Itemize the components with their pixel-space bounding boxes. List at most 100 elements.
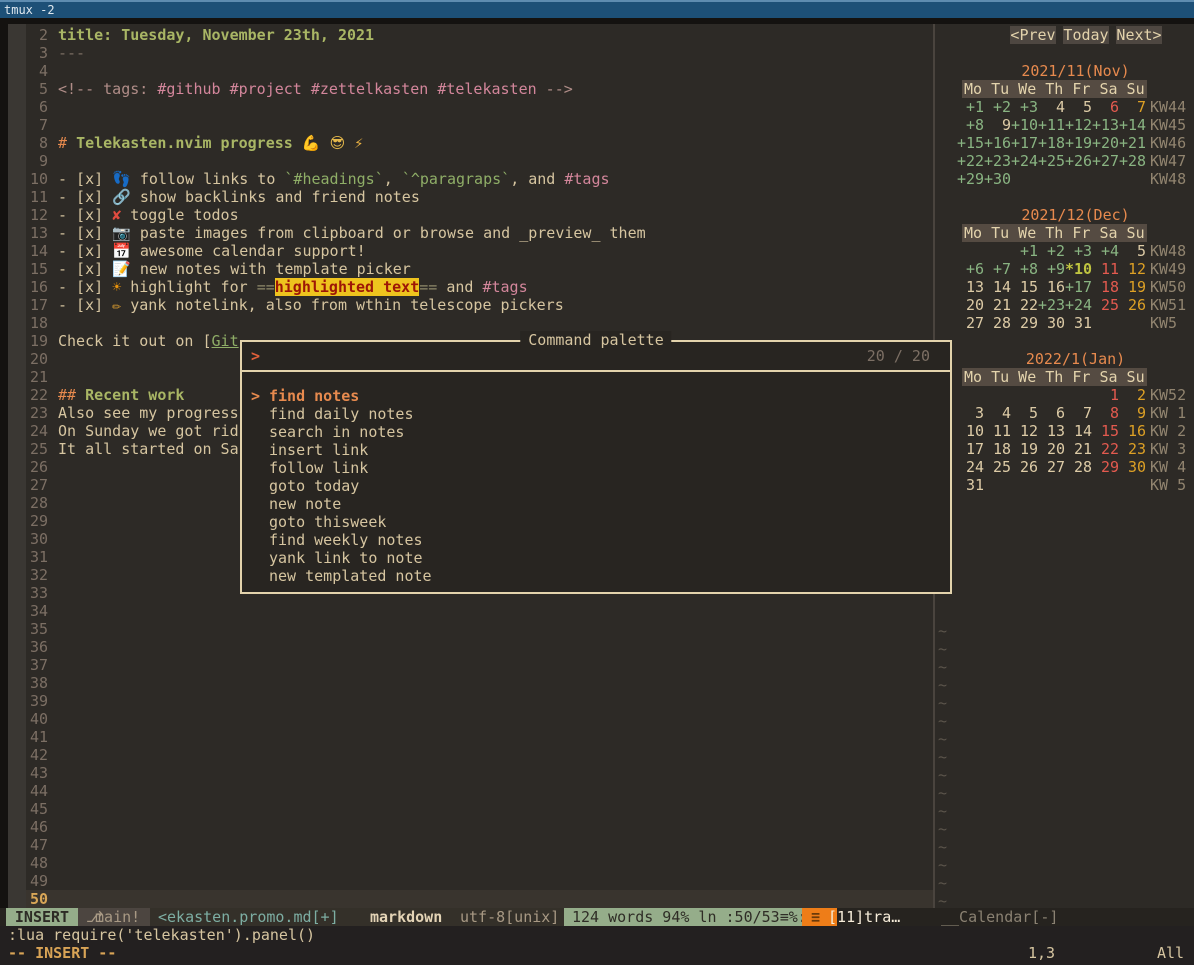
calendar-day[interactable]: 15 xyxy=(1011,278,1038,296)
editor-line[interactable]: 17- [x] ✏ yank notelink, also from wthin… xyxy=(0,296,933,314)
editor-line[interactable]: 2title: Tuesday, November 23th, 2021 xyxy=(0,26,933,44)
calendar-day[interactable]: +3 xyxy=(1011,98,1038,116)
calendar-day[interactable]: 8 xyxy=(1092,404,1119,422)
palette-item[interactable]: new templated note xyxy=(242,567,950,585)
calendar-day[interactable]: 29 xyxy=(1092,458,1119,476)
calendar-day[interactable]: +1 xyxy=(1011,242,1038,260)
calendar-day[interactable]: +24 xyxy=(1011,152,1038,170)
calendar-day[interactable]: 22 xyxy=(1092,440,1119,458)
calendar-day[interactable]: 2 xyxy=(1119,386,1146,404)
calendar-day[interactable]: 13 xyxy=(957,278,984,296)
calendar-day[interactable]: 18 xyxy=(1092,278,1119,296)
calendar-day[interactable]: +2 xyxy=(1038,242,1065,260)
calendar-day[interactable]: +13 xyxy=(1092,116,1119,134)
editor-line[interactable]: 11- [x] 🔗 show backlinks and friend note… xyxy=(0,188,933,206)
calendar-day[interactable]: +21 xyxy=(1119,134,1146,152)
editor-line[interactable]: 9 xyxy=(0,152,933,170)
editor-line[interactable]: 4 xyxy=(0,62,933,80)
palette-item[interactable]: find daily notes xyxy=(242,405,950,423)
palette-item[interactable]: find weekly notes xyxy=(242,531,950,549)
editor-line[interactable]: 48 xyxy=(0,854,933,872)
calendar-day[interactable]: 5 xyxy=(1011,404,1038,422)
calendar-day[interactable]: +25 xyxy=(1038,152,1065,170)
palette-item[interactable]: insert link xyxy=(242,441,950,459)
calendar-day[interactable]: +14 xyxy=(1119,116,1146,134)
calendar-day[interactable]: 21 xyxy=(1065,440,1092,458)
calendar-day[interactable]: +3 xyxy=(1065,242,1092,260)
calendar-day[interactable]: 5 xyxy=(1119,242,1146,260)
editor-line[interactable]: 47 xyxy=(0,836,933,854)
calendar-day[interactable]: 26 xyxy=(1011,458,1038,476)
palette-item[interactable]: new note xyxy=(242,495,950,513)
calendar-day[interactable]: 12 xyxy=(1119,260,1146,278)
editor-line[interactable]: 15- [x] 📝 new notes with template picker xyxy=(0,260,933,278)
calendar-day[interactable]: 11 xyxy=(1092,260,1119,278)
calendar-day[interactable]: +24 xyxy=(1065,296,1092,314)
calendar-day[interactable]: 6 xyxy=(1092,98,1119,116)
editor-line[interactable]: 6 xyxy=(0,98,933,116)
calendar-day[interactable]: +4 xyxy=(1092,242,1119,260)
calendar-day[interactable]: 6 xyxy=(1038,404,1065,422)
editor-line[interactable]: 18 xyxy=(0,314,933,332)
calendar-day[interactable]: 11 xyxy=(984,422,1011,440)
calendar-day[interactable]: 22 xyxy=(1011,296,1038,314)
calendar-day[interactable]: 7 xyxy=(1119,98,1146,116)
calendar-day[interactable]: 29 xyxy=(1011,314,1038,332)
editor-line[interactable]: 38 xyxy=(0,674,933,692)
calendar-day[interactable]: 28 xyxy=(1065,458,1092,476)
editor-line[interactable]: 14- [x] 📅 awesome calendar support! xyxy=(0,242,933,260)
editor-line[interactable]: 5<!-- tags: #github #project #zettelkast… xyxy=(0,80,933,98)
palette-item[interactable]: >find notes xyxy=(242,387,950,405)
calendar-day[interactable]: +28 xyxy=(1119,152,1146,170)
calendar-day[interactable]: +7 xyxy=(984,260,1011,278)
calendar-day[interactable]: +19 xyxy=(1065,134,1092,152)
calendar-day[interactable]: +8 xyxy=(1011,260,1038,278)
calendar-day[interactable]: 9 xyxy=(1119,404,1146,422)
calendar-day[interactable]: 26 xyxy=(1119,296,1146,314)
vim-cmdline[interactable]: :lua require('telekasten').panel() xyxy=(8,926,315,944)
editor-line[interactable]: 12- [x] ✘ toggle todos xyxy=(0,206,933,224)
calendar-day[interactable]: 20 xyxy=(1038,440,1065,458)
calendar-day[interactable]: +1 xyxy=(957,98,984,116)
editor-line[interactable]: 46 xyxy=(0,818,933,836)
calendar-day[interactable]: 30 xyxy=(1119,458,1146,476)
calendar-day[interactable]: 1 xyxy=(1092,386,1119,404)
calendar-day[interactable]: +16 xyxy=(984,134,1011,152)
calendar-day[interactable]: +20 xyxy=(1092,134,1119,152)
calendar-day[interactable]: +22 xyxy=(957,152,984,170)
calendar-day[interactable]: 21 xyxy=(984,296,1011,314)
calendar-day[interactable]: 31 xyxy=(957,476,984,494)
calendar-day[interactable]: 13 xyxy=(1038,422,1065,440)
calendar-day[interactable]: +15 xyxy=(957,134,984,152)
editor-line[interactable]: 49 xyxy=(0,872,933,890)
calendar-day[interactable]: 9 xyxy=(984,116,1011,134)
calendar-day[interactable]: 4 xyxy=(984,404,1011,422)
calendar-nav-next-button[interactable]: Next> xyxy=(1116,26,1162,44)
editor-line[interactable]: 8# Telekasten.nvim progress 💪 😎 ⚡ xyxy=(0,134,933,152)
calendar-day[interactable]: 20 xyxy=(957,296,984,314)
editor-line[interactable]: 37 xyxy=(0,656,933,674)
calendar-day[interactable]: +23 xyxy=(1038,296,1065,314)
editor-line[interactable]: 35 xyxy=(0,620,933,638)
calendar-day[interactable]: 24 xyxy=(957,458,984,476)
calendar-day[interactable]: 31 xyxy=(1065,314,1092,332)
editor-line[interactable]: 40 xyxy=(0,710,933,728)
calendar-day[interactable]: 15 xyxy=(1092,422,1119,440)
editor-line[interactable]: 36 xyxy=(0,638,933,656)
calendar-day[interactable]: 25 xyxy=(984,458,1011,476)
calendar-day[interactable]: 17 xyxy=(957,440,984,458)
calendar-day[interactable]: 23 xyxy=(1119,440,1146,458)
calendar-day[interactable]: +18 xyxy=(1038,134,1065,152)
calendar-day[interactable]: +17 xyxy=(1065,278,1092,296)
calendar-day[interactable]: +10 xyxy=(1011,116,1038,134)
calendar-day[interactable]: *10 xyxy=(1065,260,1092,278)
palette-item[interactable]: search in notes xyxy=(242,423,950,441)
editor-line[interactable]: 39 xyxy=(0,692,933,710)
calendar-day[interactable]: +27 xyxy=(1092,152,1119,170)
palette-item[interactable]: follow link xyxy=(242,459,950,477)
calendar-day[interactable]: +29 xyxy=(957,170,984,188)
calendar-day[interactable]: 14 xyxy=(1065,422,1092,440)
calendar-day[interactable]: 4 xyxy=(1038,98,1065,116)
calendar-nav-prev-button[interactable]: <Prev xyxy=(1010,26,1056,44)
editor-line[interactable]: 50 xyxy=(0,890,933,908)
